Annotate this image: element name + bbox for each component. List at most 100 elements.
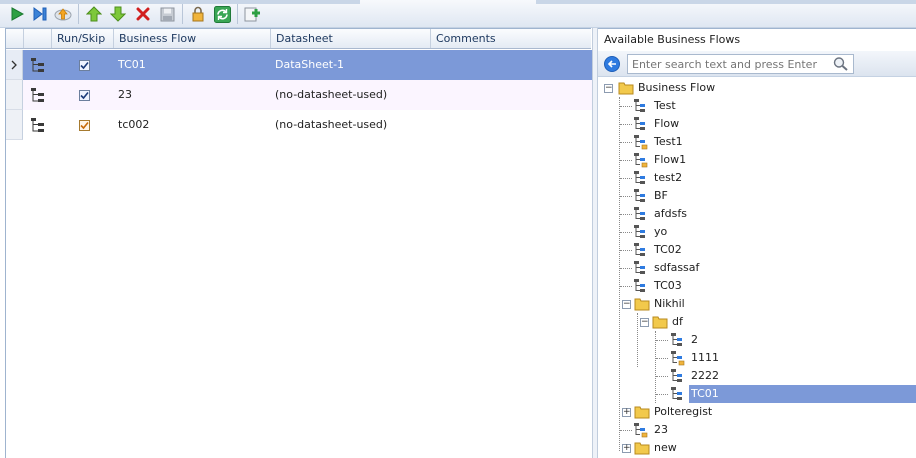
- tree-node-flow[interactable]: yo: [652, 223, 669, 241]
- business-flow-icon: [634, 261, 645, 274]
- tree-node-flow-selected[interactable]: TC01: [689, 385, 916, 403]
- comments-cell[interactable]: [430, 80, 592, 110]
- business-flow-locked-icon: [634, 153, 648, 168]
- business-flow-icon: [671, 369, 682, 382]
- business-flow-icon: [634, 243, 645, 256]
- run-skip-checkbox[interactable]: [79, 90, 90, 101]
- checkmark-icon: [80, 61, 89, 70]
- tree-node-folder-nikhil[interactable]: Nikhil: [652, 295, 687, 313]
- run-skip-checkbox[interactable]: [79, 120, 90, 131]
- business-flow-locked-icon: [634, 423, 648, 438]
- datasheet-cell[interactable]: (no-datasheet-used): [270, 80, 430, 110]
- business-flow-cell[interactable]: 23: [113, 80, 270, 110]
- delete-button[interactable]: [133, 4, 153, 24]
- business-flow-cell[interactable]: TC01: [113, 50, 270, 80]
- row-indicator[interactable]: [6, 80, 23, 110]
- tree-node-flow[interactable]: sdfassaf: [652, 259, 701, 277]
- toolbar-separator: [182, 4, 183, 24]
- row-indicator[interactable]: [6, 110, 23, 140]
- row-pointer-icon: [11, 60, 17, 70]
- tree-node-flow[interactable]: 23: [652, 421, 670, 439]
- step-forward-icon: [33, 7, 47, 21]
- tree-node-flow[interactable]: 2: [689, 331, 700, 349]
- comments-cell[interactable]: [430, 110, 592, 140]
- step-forward-button[interactable]: [30, 4, 50, 24]
- tree-node-flow[interactable]: Test1: [652, 133, 685, 151]
- run-button[interactable]: [7, 4, 27, 24]
- checkmark-icon: [80, 121, 89, 130]
- business-flow-icon: [671, 387, 682, 400]
- save-button[interactable]: [157, 4, 177, 24]
- available-business-flows-panel: Available Business Flows − Business Flow…: [598, 28, 916, 458]
- add-icon: [244, 7, 260, 22]
- tree-node-business-flow[interactable]: Business Flow: [636, 79, 717, 97]
- collapse-toggle[interactable]: −: [622, 300, 631, 309]
- tree-node-folder-new[interactable]: new: [652, 439, 679, 457]
- business-flow-grid: Run/Skip Business Flow Datasheet Comment…: [5, 28, 592, 458]
- business-flow-locked-icon: [634, 135, 648, 150]
- tree-node-folder-df[interactable]: df: [670, 313, 685, 331]
- lock-icon: [192, 6, 204, 22]
- header-business-flow[interactable]: Business Flow: [113, 29, 270, 48]
- tree-node-flow[interactable]: TC03: [652, 277, 684, 295]
- tree-connector: [619, 97, 620, 451]
- business-flow-icon: [634, 171, 645, 184]
- collapse-toggle[interactable]: −: [640, 318, 649, 327]
- header-indicator: [6, 29, 23, 48]
- tree-node-flow[interactable]: TC02: [652, 241, 684, 259]
- business-flow-icon: [634, 117, 645, 130]
- folder-open-icon: [634, 298, 650, 311]
- move-down-icon: [110, 6, 126, 22]
- tree-node-flow[interactable]: 1111: [689, 349, 721, 367]
- business-flow-icon: [634, 279, 645, 292]
- search-input[interactable]: [627, 54, 854, 74]
- table-row[interactable]: 23 (no-datasheet-used): [6, 80, 592, 110]
- header-run-skip[interactable]: Run/Skip: [51, 29, 113, 48]
- tree-node-flow[interactable]: test2: [652, 169, 684, 187]
- move-down-button[interactable]: [108, 4, 128, 24]
- header-icon-column: [23, 29, 51, 48]
- add-button[interactable]: [243, 4, 263, 24]
- refresh-button[interactable]: [212, 4, 232, 24]
- datasheet-cell[interactable]: DataSheet-1: [270, 50, 430, 80]
- run-skip-checkbox[interactable]: [79, 60, 90, 71]
- back-arrow-icon: [607, 60, 616, 68]
- folder-icon: [618, 82, 634, 95]
- expand-toggle[interactable]: +: [622, 408, 631, 417]
- header-comments[interactable]: Comments: [430, 29, 592, 48]
- business-flow-icon: [634, 207, 645, 220]
- tree-node-folder-polteregist[interactable]: Polteregist: [652, 403, 714, 421]
- tree-connector: [637, 313, 638, 367]
- tree-node-flow[interactable]: Test: [652, 97, 678, 115]
- search-bar: [598, 51, 916, 77]
- folder-open-icon: [652, 316, 668, 329]
- tree-node-flow[interactable]: Flow1: [652, 151, 688, 169]
- comments-cell[interactable]: [430, 50, 592, 80]
- expand-toggle[interactable]: +: [622, 444, 631, 453]
- lock-button[interactable]: [188, 4, 208, 24]
- business-flow-tree: − Business Flow Test Flow Test1 Flow1 te…: [598, 79, 916, 458]
- table-row[interactable]: TC01 DataSheet-1: [6, 50, 592, 80]
- upload-button[interactable]: [53, 4, 73, 24]
- datasheet-cell[interactable]: (no-datasheet-used): [270, 110, 430, 140]
- search-icon[interactable]: [832, 56, 850, 72]
- tree-node-flow[interactable]: BF: [652, 187, 670, 205]
- business-flow-icon: [634, 225, 645, 238]
- back-button[interactable]: [604, 56, 620, 72]
- tree-node-flow[interactable]: afdsfs: [652, 205, 689, 223]
- save-icon: [160, 7, 174, 21]
- business-flow-icon: [634, 189, 645, 202]
- row-indicator[interactable]: [6, 50, 23, 80]
- checkmark-icon: [80, 91, 89, 100]
- tree-node-flow[interactable]: Flow: [652, 115, 681, 133]
- move-up-button[interactable]: [84, 4, 104, 24]
- business-flow-icon: [31, 58, 44, 72]
- collapse-toggle[interactable]: −: [604, 84, 613, 93]
- refresh-icon: [213, 5, 231, 23]
- table-row[interactable]: tc002 (no-datasheet-used): [6, 110, 592, 140]
- tree-node-flow[interactable]: 2222: [689, 367, 721, 385]
- business-flow-cell[interactable]: tc002: [113, 110, 270, 140]
- toolbar-separator: [237, 4, 238, 24]
- header-datasheet[interactable]: Datasheet: [270, 29, 430, 48]
- business-flow-icon: [634, 99, 645, 112]
